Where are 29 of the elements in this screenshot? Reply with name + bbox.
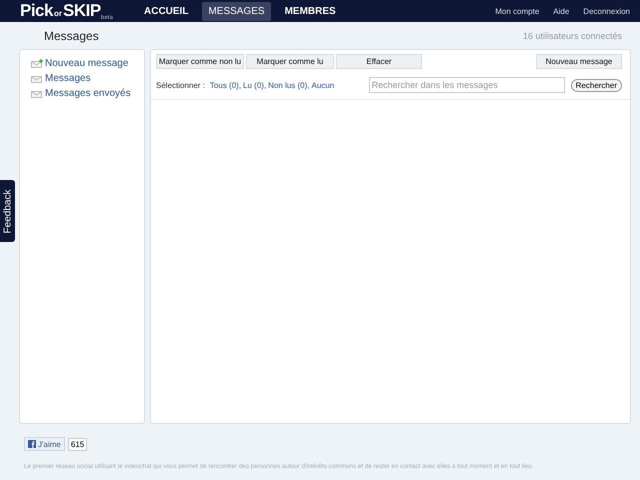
sidebar-item[interactable]: Nouveau message: [31, 58, 144, 69]
toolbar-button[interactable]: Marquer comme non lu: [156, 54, 244, 69]
select-label: Sélectionner :: [156, 80, 205, 90]
like-count: 615: [68, 438, 88, 450]
sidebar-item[interactable]: Messages envoyés: [31, 88, 144, 99]
like-button[interactable]: J'aime: [24, 437, 65, 451]
account-link[interactable]: Mon compte: [495, 6, 540, 16]
select-link[interactable]: Tous (0),: [210, 80, 242, 90]
online-count: 16 utilisateurs connectés: [522, 31, 622, 41]
account-link[interactable]: Deconnexion: [583, 6, 630, 16]
select-link[interactable]: Non lus (0),: [268, 80, 310, 90]
nav-tab[interactable]: ACCUEIL: [138, 2, 194, 20]
envelope-icon: [31, 89, 43, 98]
facebook-icon: [28, 440, 36, 448]
nav-tab[interactable]: MEMBRES: [278, 2, 342, 20]
search-button[interactable]: Rechercher: [570, 78, 622, 92]
feedback-tab[interactable]: Feedback: [0, 180, 15, 242]
new-message-button[interactable]: Nouveau message: [536, 54, 622, 69]
envelope-icon: [31, 74, 43, 83]
toolbar-button[interactable]: Marquer comme lu: [246, 54, 334, 69]
search-field[interactable]: Rechercher dans les messages: [368, 77, 565, 93]
select-link[interactable]: Aucun: [312, 80, 334, 90]
account-link[interactable]: Aide: [553, 6, 570, 16]
page-title: Messages: [44, 29, 99, 43]
sidebar-item[interactable]: Messages: [31, 73, 144, 84]
nav-tab[interactable]: MESSAGES: [202, 2, 271, 20]
new-mail-icon: [31, 59, 43, 68]
select-link[interactable]: Lu (0),: [243, 80, 266, 90]
toolbar-button[interactable]: Effacer: [336, 54, 422, 69]
